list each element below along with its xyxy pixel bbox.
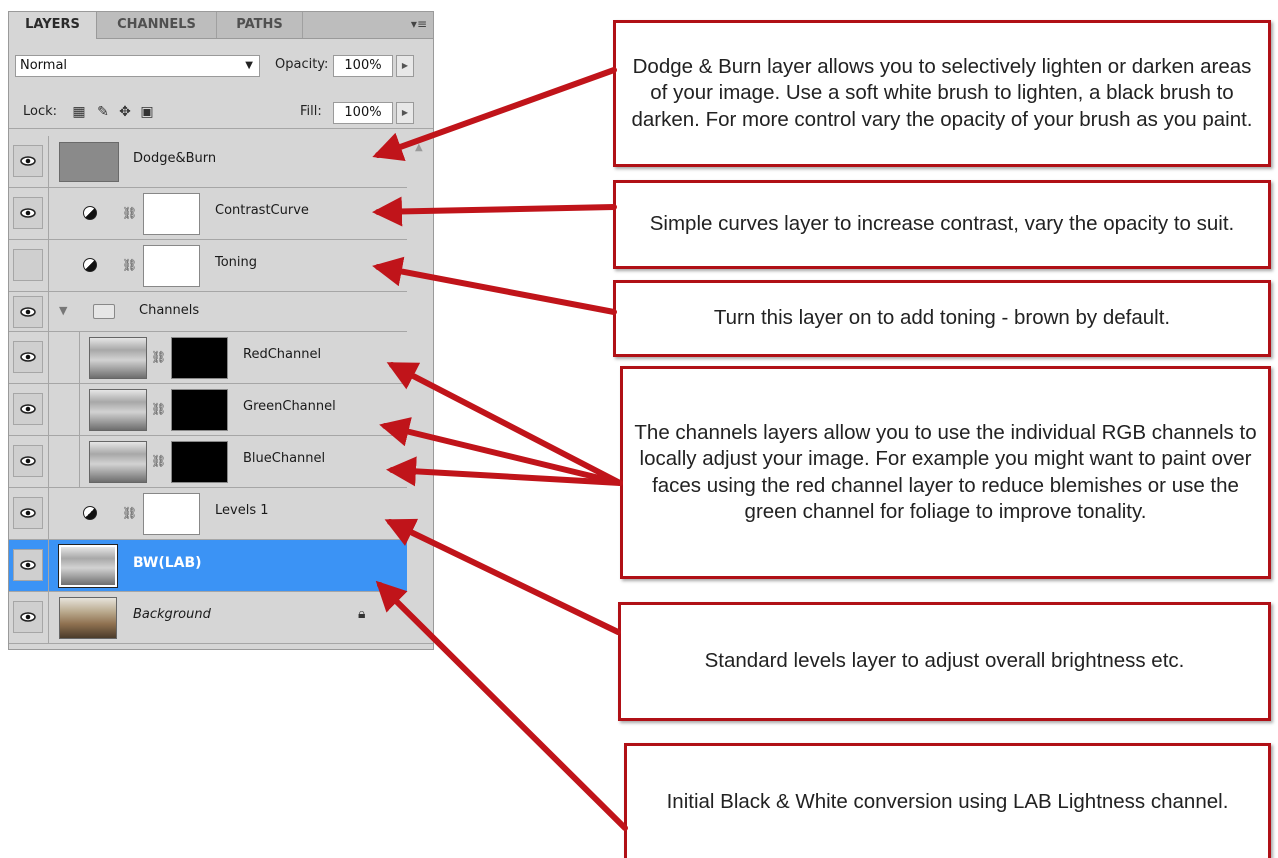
arrow-to-dodge-burn: [372, 67, 617, 161]
arrow-to-levels: [384, 518, 621, 635]
arrow-to-contrast-curve: [372, 196, 617, 227]
arrow-to-red-channel: [386, 362, 623, 486]
arrow-to-toning: [372, 256, 617, 315]
annotation-arrows: [372, 67, 628, 831]
arrow-to-bw-lab: [375, 580, 628, 831]
